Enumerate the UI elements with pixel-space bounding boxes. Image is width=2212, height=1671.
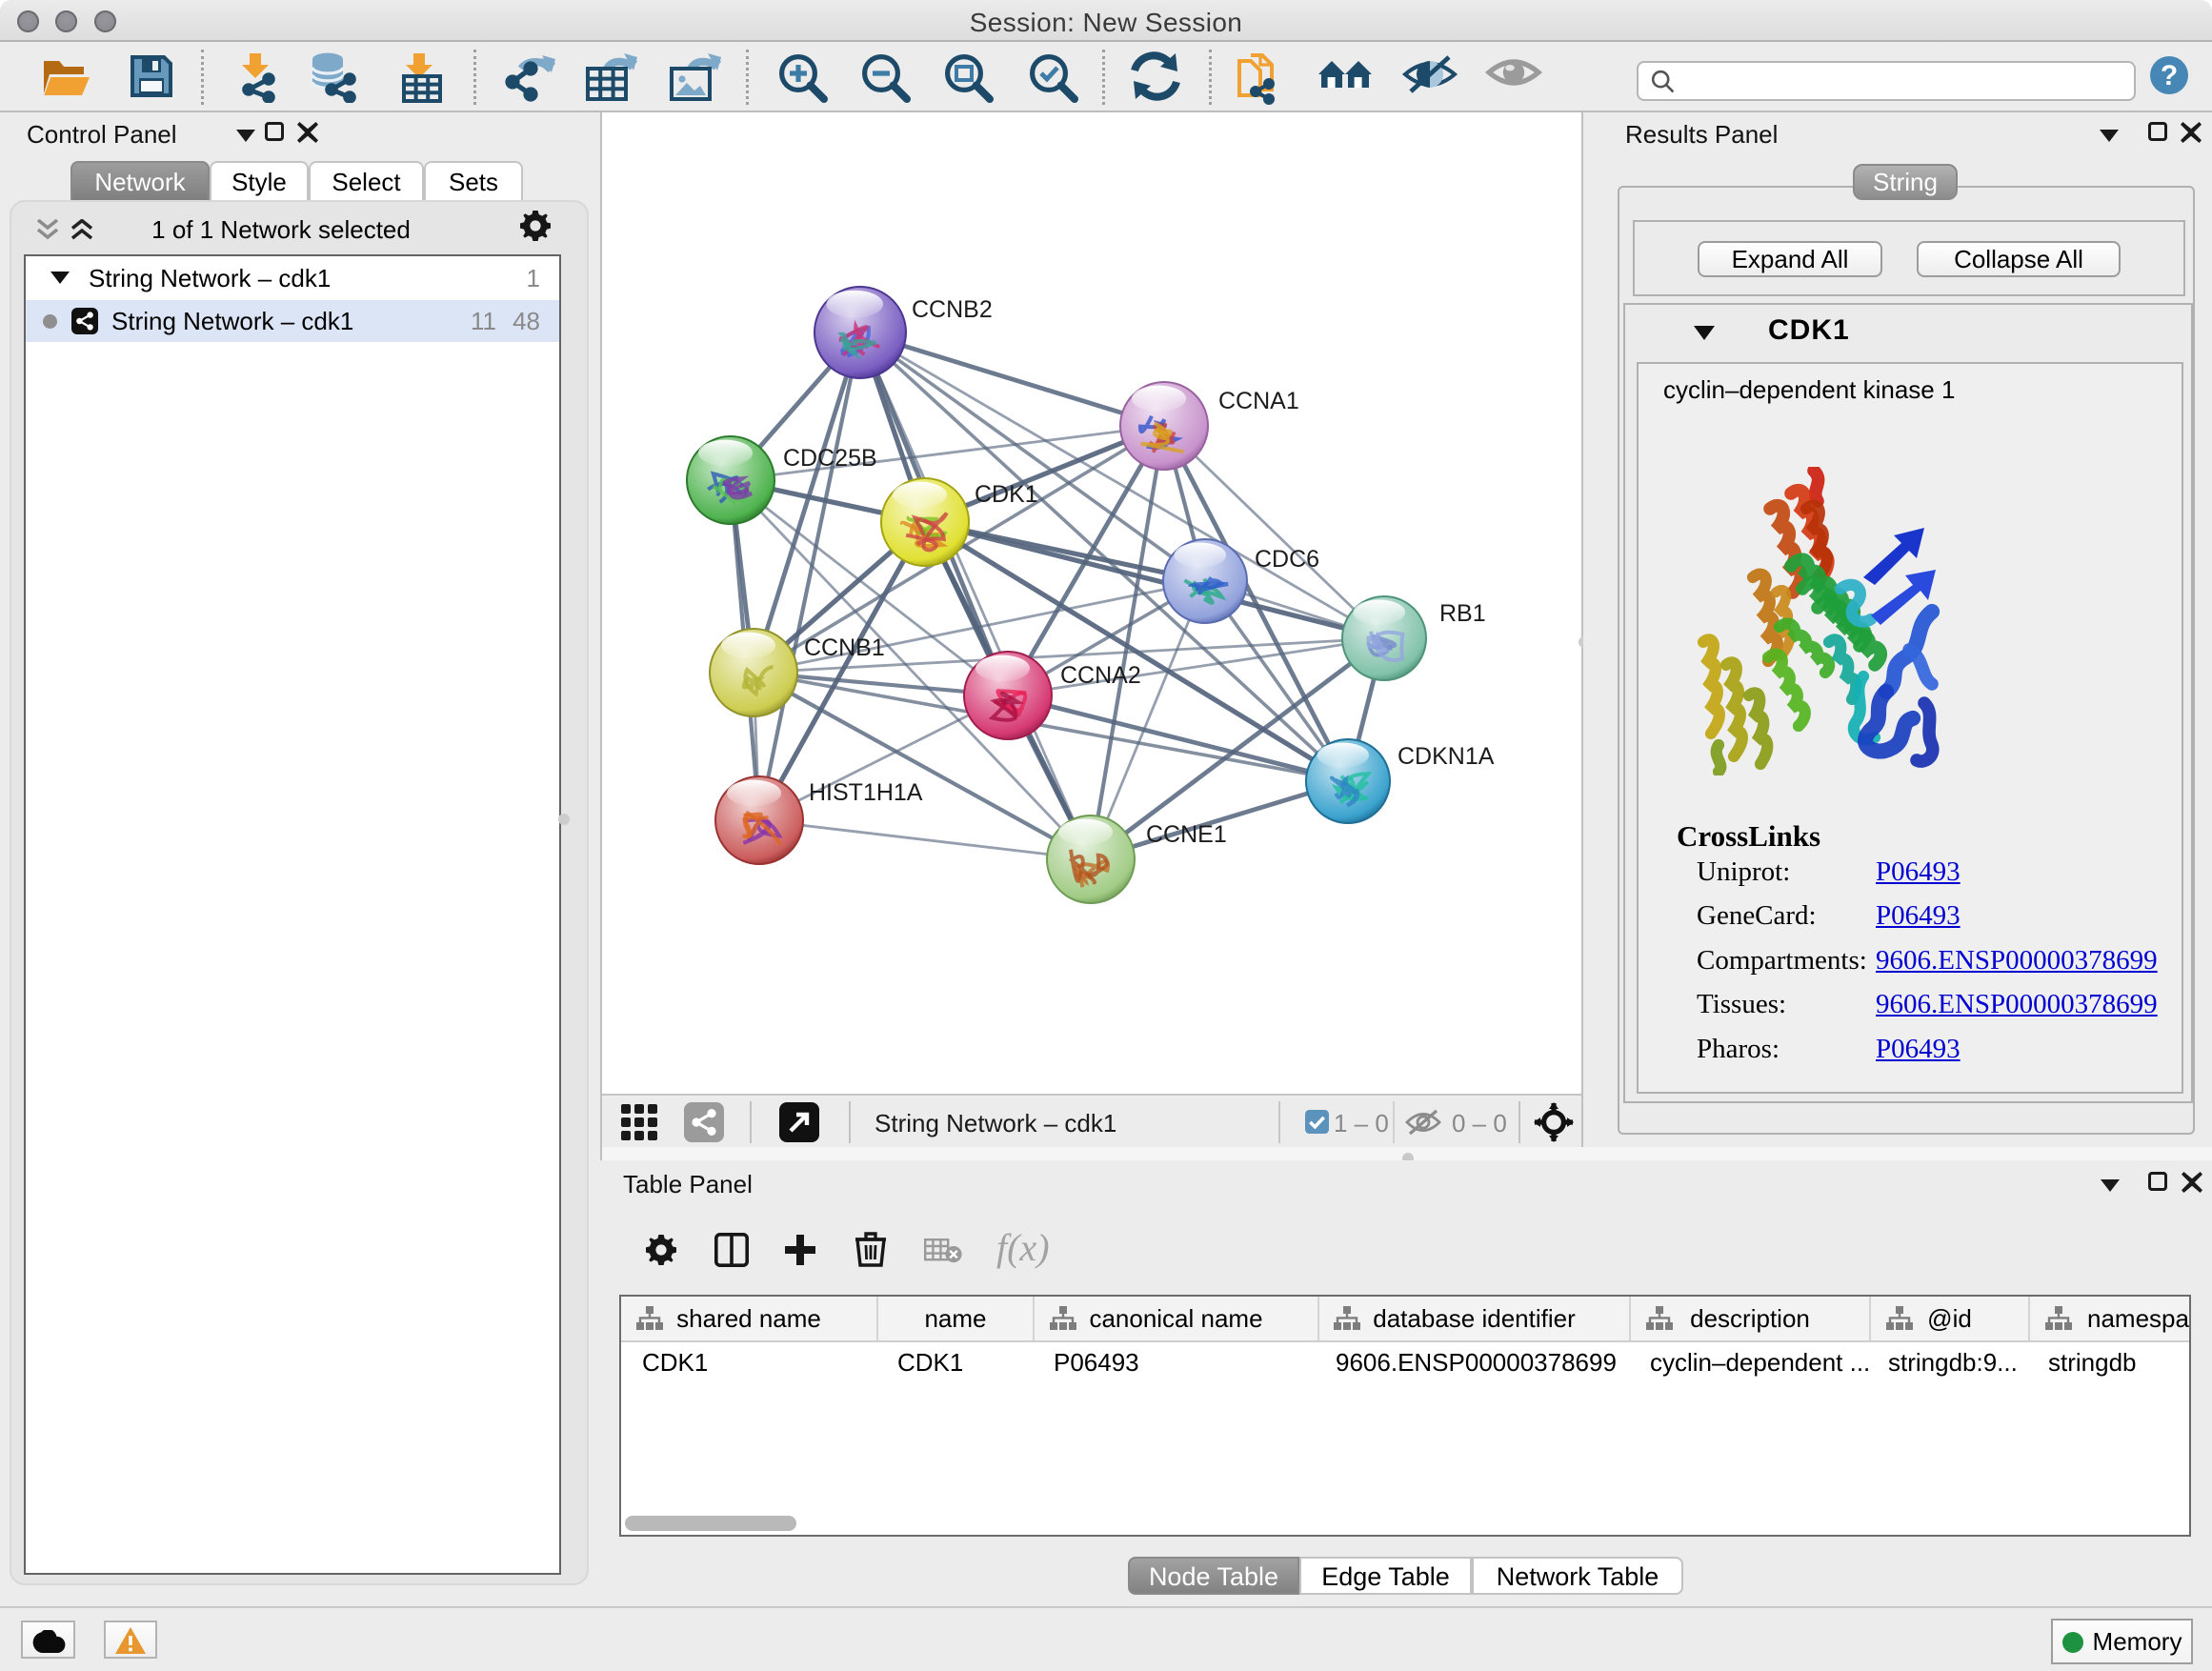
svg-text:CCNA1: CCNA1 — [1218, 388, 1299, 414]
svg-text:RB1: RB1 — [1439, 600, 1486, 627]
svg-text:CCNE1: CCNE1 — [1146, 821, 1227, 848]
svg-text:HIST1H1A: HIST1H1A — [809, 779, 923, 806]
svg-text:CCNA2: CCNA2 — [1060, 662, 1141, 689]
svg-text:CDKN1A: CDKN1A — [1398, 743, 1495, 770]
svg-text:?: ? — [2161, 60, 2178, 91]
svg-text:CDC25B: CDC25B — [783, 445, 877, 472]
svg-text:CDC6: CDC6 — [1255, 546, 1319, 573]
svg-text:CCNB2: CCNB2 — [912, 296, 993, 323]
svg-text:CDK1: CDK1 — [975, 481, 1038, 508]
svg-text:CCNB1: CCNB1 — [804, 634, 885, 661]
